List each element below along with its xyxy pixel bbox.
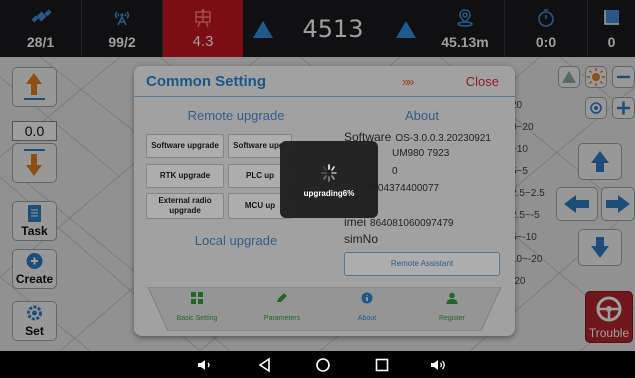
upgrading-status-text: upgrading6% <box>303 189 355 198</box>
spinner-icon <box>321 164 337 182</box>
recents-icon[interactable] <box>373 356 391 374</box>
volume-down-icon[interactable] <box>196 356 214 374</box>
back-icon[interactable] <box>256 356 274 374</box>
upgrading-toast: upgrading6% <box>280 141 378 218</box>
volume-up-icon[interactable] <box>429 356 447 374</box>
system-nav-bar <box>0 351 635 378</box>
home-icon[interactable] <box>314 356 332 374</box>
